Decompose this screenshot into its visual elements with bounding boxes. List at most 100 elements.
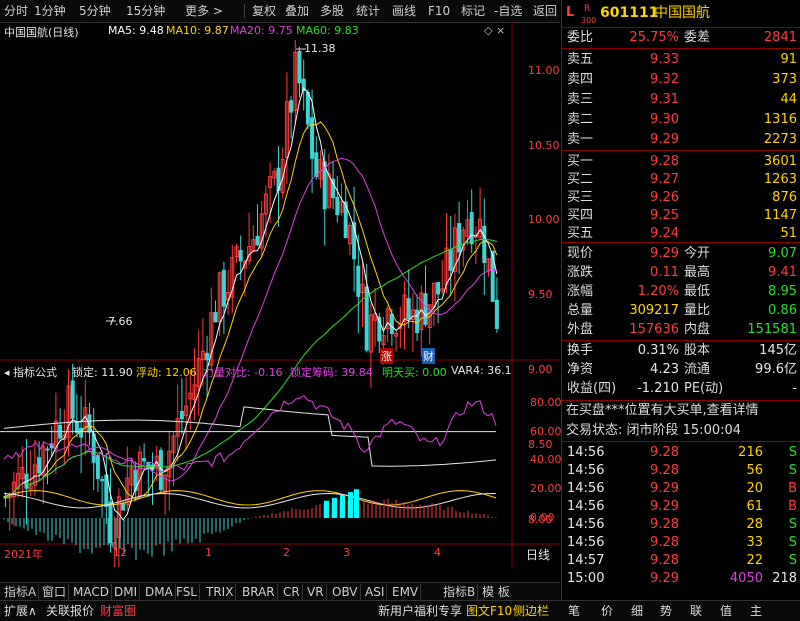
tick-row: 14:57 9.28 22 S [562, 551, 800, 571]
toolbar-multi-stock-button[interactable]: 多股 [320, 3, 344, 19]
ask-volume: 373 [772, 72, 797, 87]
tab-trix[interactable]: TRIX [204, 584, 237, 600]
bid-label: 买二 [567, 172, 594, 187]
related-quotes-button[interactable]: 关联报价 [46, 603, 94, 619]
expand-button[interactable]: 扩展∧ [4, 603, 37, 619]
toolbar-f10-button[interactable]: F10 [428, 3, 450, 19]
bid-price: 9.27 [650, 172, 679, 187]
fund-value: -1.210 [637, 381, 679, 396]
chart-settings-icon[interactable]: ◇ × [484, 24, 505, 37]
bid-row[interactable]: 买一 9.28 3601 [562, 152, 800, 172]
new-user-notice[interactable]: 新用户福利专享 [378, 603, 462, 619]
toolbar-more-button[interactable]: 更多 > [185, 3, 223, 19]
tick-time: 14:56 [567, 517, 605, 532]
tab-indicator-a[interactable]: 指标A [2, 584, 40, 600]
bid-row[interactable]: 买三 9.26 876 [562, 188, 800, 208]
tick-price: 9.28 [650, 445, 679, 460]
toolbar-statistics-button[interactable]: 统计 [356, 3, 380, 19]
chart-area[interactable]: 中国国航(日线) MA5: 9.48 MA10: 9.87 MA20: 9.75… [0, 22, 562, 601]
ask-row[interactable]: 卖三 9.31 44 [562, 90, 800, 110]
panel-tab-detail[interactable]: 细 [631, 603, 643, 619]
ask-row[interactable]: 卖四 9.32 373 [562, 70, 800, 90]
tab-macd[interactable]: MACD [71, 584, 112, 600]
panel-tab-trades[interactable]: 笔 [568, 603, 580, 619]
toolbar-fuquan-button[interactable]: 复权 [252, 3, 276, 19]
ask-label: 卖五 [567, 52, 594, 67]
time-axis-label: 1 [205, 546, 212, 559]
fundamental-row: 收益(四) -1.210 PE(动) - [562, 379, 800, 399]
bid-label: 买一 [567, 154, 594, 169]
indicator-dropdown-icon[interactable]: ◂ [4, 366, 13, 379]
period-label[interactable]: 日线 [526, 546, 550, 563]
tab-dma[interactable]: DMA [143, 584, 176, 600]
toolbar-draw-button[interactable]: 画线 [392, 3, 416, 19]
tab-emv[interactable]: EMV [390, 584, 422, 600]
bid-label: 买四 [567, 208, 594, 223]
toolbar-period-fenshi[interactable]: 分时 [4, 3, 28, 19]
toolbar-mark-button[interactable]: 标记 [461, 3, 485, 19]
toolbar-period-15min[interactable]: 15分钟 [126, 3, 165, 19]
tab-indicator-b[interactable]: 指标B [441, 584, 479, 600]
toolbar-watchlist-button[interactable]: -自选 [494, 3, 522, 19]
tab-template[interactable]: 模 板 [480, 584, 512, 600]
toolbar-period-1min[interactable]: 1分钟 [34, 3, 66, 19]
tick-price: 9.28 [650, 517, 679, 532]
toolbar-period-5min[interactable]: 5分钟 [79, 3, 111, 19]
bid-row[interactable]: 买五 9.24 51 [562, 224, 800, 244]
tab-dmi[interactable]: DMI [112, 584, 141, 600]
price-tick: 9.00 [528, 363, 553, 376]
tab-cr[interactable]: CR [281, 584, 303, 600]
panel-tab-linked[interactable]: 联 [690, 603, 702, 619]
fundamental-row: 换手 0.31% 股本 145亿 [562, 341, 800, 361]
panel-tab-value[interactable]: 值 [720, 603, 732, 619]
toolbar-overlay-button[interactable]: 叠加 [285, 3, 309, 19]
candle-body [494, 299, 499, 329]
panel-tab-trend[interactable]: 势 [660, 603, 672, 619]
tab-obv[interactable]: OBV [330, 584, 361, 600]
ask-row[interactable]: 卖一 9.29 2273 [562, 130, 800, 150]
tab-brar[interactable]: BRAR [240, 584, 278, 600]
candle-body [482, 225, 487, 263]
ask-price: 9.32 [650, 72, 679, 87]
price-tick: 11.00 [528, 64, 560, 77]
tick-side: B [788, 499, 797, 514]
finance-badge[interactable]: 财 [422, 348, 435, 364]
tab-vr[interactable]: VR [305, 584, 327, 600]
stat-value: 0.86 [768, 303, 797, 318]
stat-label: 最低 [684, 284, 711, 299]
indicator-float-label: 浮动: 12.06 [136, 366, 197, 379]
panel-tab-price[interactable]: 价 [601, 603, 613, 619]
kline-chart[interactable] [0, 22, 560, 567]
candle-body [406, 298, 411, 320]
stock-code: 601111 [600, 5, 659, 21]
tick-side: S [788, 535, 797, 550]
tab-fsl[interactable]: FSL [174, 584, 200, 600]
ask-row[interactable]: 卖五 9.33 91 [562, 50, 800, 70]
tick-row: 14:56 9.28 33 S [562, 533, 800, 553]
big-order-alert[interactable]: 在买盘***位置有大买单,查看详情 [562, 401, 800, 421]
candle-body [238, 250, 243, 262]
tick-side: S [788, 463, 797, 478]
stat-value: 0.11 [650, 265, 679, 280]
wealth-circle-button[interactable]: 财富圈 [100, 603, 136, 619]
indicator-title[interactable]: ◂ 指标公式 [4, 364, 57, 380]
stat-value: 1.20% [637, 284, 679, 299]
quote-panel: L R 300 601111 中国国航 委比 25.75% 委差 2841 卖五… [561, 0, 800, 600]
panel-tab-main[interactable]: 主 [750, 603, 762, 619]
ask-row[interactable]: 卖二 9.30 1316 [562, 110, 800, 130]
rise-badge[interactable]: 涨 [380, 348, 393, 364]
bid-row[interactable]: 买二 9.27 1263 [562, 170, 800, 190]
tick-price: 9.28 [650, 553, 679, 568]
candle-body [121, 503, 126, 511]
tab-asi[interactable]: ASI [363, 584, 388, 600]
weibi-label: 委比 [567, 30, 594, 45]
toolbar-back-button[interactable]: 返回 [533, 3, 557, 19]
fund-label: 收益(四) [567, 381, 617, 396]
indicator-signal-bar [354, 489, 359, 518]
bid-row[interactable]: 买四 9.25 1147 [562, 206, 800, 226]
tab-window[interactable]: 窗口 [40, 584, 70, 600]
tick-time: 14:56 [567, 481, 605, 496]
f10-graphic-button[interactable]: 图文F10 [466, 603, 512, 619]
sidebar-button[interactable]: 侧边栏 [513, 603, 549, 619]
tick-row: 14:56 9.28 56 S [562, 461, 800, 481]
